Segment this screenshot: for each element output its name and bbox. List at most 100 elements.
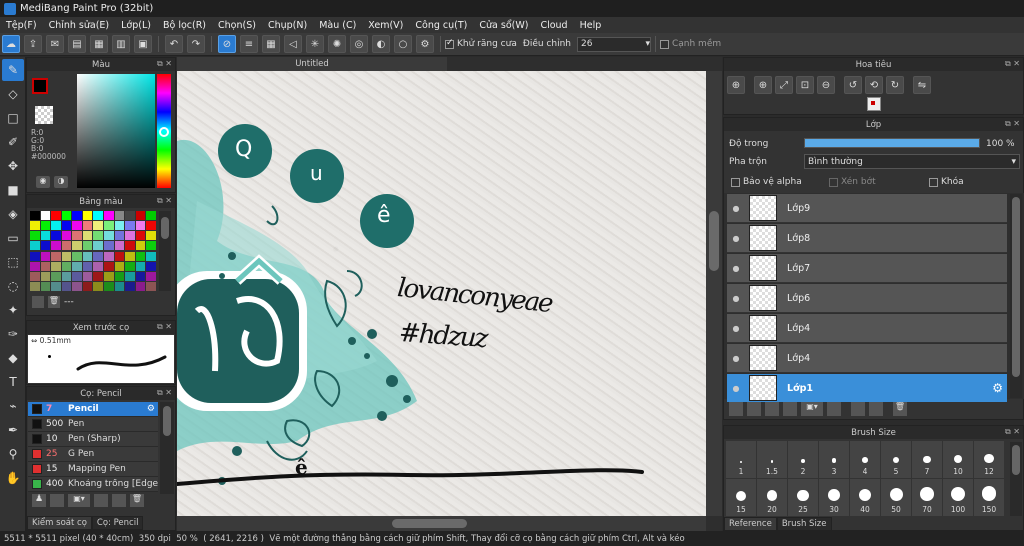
palette-swatch[interactable] — [72, 231, 82, 241]
transparent-swatch[interactable] — [35, 106, 53, 124]
close-icon[interactable]: ⧉ ✕ — [157, 59, 172, 69]
eyedropper-icon[interactable]: ✒ — [2, 419, 24, 441]
palette-swatch[interactable] — [104, 221, 114, 231]
page-icon[interactable]: ▦ — [90, 35, 108, 53]
eye-icon[interactable]: ● — [727, 204, 745, 213]
palette-swatch[interactable] — [114, 231, 125, 241]
palette-swatch[interactable] — [51, 241, 61, 251]
palette-swatch[interactable] — [135, 241, 146, 251]
eraser-tool-icon[interactable]: ◇ — [2, 83, 24, 105]
palette-swatch[interactable] — [30, 261, 40, 271]
palette-swatch[interactable] — [51, 261, 61, 271]
menu-snap[interactable]: Chụp(N) — [262, 20, 313, 31]
close-icon[interactable]: ⧉ ✕ — [1005, 119, 1020, 129]
lock-checkbox[interactable] — [929, 177, 938, 187]
new-1bit-layer-icon[interactable] — [783, 402, 797, 416]
brush-size-cell[interactable]: 1 — [726, 441, 756, 478]
zoom-in-icon[interactable]: ⊕ — [754, 76, 772, 94]
brush-size-cell[interactable]: 40 — [850, 479, 880, 516]
merge-layer-icon[interactable] — [869, 402, 883, 416]
brush-list-scrollbar[interactable] — [160, 402, 174, 494]
palette-swatch[interactable] — [114, 261, 125, 271]
trash-icon[interactable]: 🗑 — [893, 402, 907, 416]
palette-swatch[interactable] — [30, 271, 40, 281]
palette-swatch[interactable] — [72, 251, 82, 261]
trash-icon[interactable]: 🗑 — [130, 494, 144, 507]
layer-item[interactable]: ● Lớp9 — [727, 194, 1007, 223]
palette-swatch[interactable] — [82, 271, 93, 281]
cloud-icon[interactable]: ☁ — [2, 35, 20, 53]
swap-icon[interactable]: ◑ — [54, 176, 68, 188]
gear-icon[interactable]: ⚙ — [147, 404, 155, 414]
gear-icon[interactable]: ⚙ — [992, 381, 1003, 395]
select-eraser-icon[interactable]: ◆ — [2, 347, 24, 369]
brush-size-cell[interactable]: 10 — [943, 441, 973, 478]
new-brush-icon[interactable] — [50, 494, 64, 507]
pages-icon[interactable]: ▥ — [112, 35, 130, 53]
fit-screen-icon[interactable]: ⤢ — [775, 76, 793, 94]
menu-view[interactable]: Xem(V) — [362, 20, 409, 31]
palette-swatch[interactable] — [125, 231, 135, 241]
menu-filter[interactable]: Bộ lọc(R) — [157, 20, 212, 31]
palette-swatch[interactable] — [82, 231, 93, 241]
palette-swatch[interactable] — [104, 251, 114, 261]
saturation-picker[interactable] — [77, 74, 155, 188]
palette-swatch[interactable] — [40, 241, 51, 251]
palette-swatch[interactable] — [30, 211, 40, 220]
snap-parallel-icon[interactable]: ≡ — [240, 35, 258, 53]
palette-swatch[interactable] — [135, 261, 146, 271]
palette-swatch[interactable] — [40, 251, 51, 261]
canvas-horizontal-scrollbar[interactable] — [177, 516, 706, 531]
palette-swatch[interactable] — [30, 231, 40, 241]
palette-swatch[interactable] — [51, 231, 61, 241]
brush-item-pen-sharp[interactable]: 10 Pen (Sharp) — [28, 432, 158, 447]
hue-handle[interactable] — [159, 127, 169, 137]
menu-file[interactable]: Tệp(F) — [0, 20, 43, 31]
move-tool-icon[interactable]: ✥ — [2, 155, 24, 177]
layer-item[interactable]: ● Lớp8 — [727, 224, 1007, 253]
redo-icon[interactable]: ↷ — [187, 35, 205, 53]
palette-swatch[interactable] — [61, 221, 72, 231]
palette-swatch[interactable] — [40, 261, 51, 271]
menu-tools[interactable]: Công cụ(T) — [409, 20, 473, 31]
opacity-slider[interactable] — [804, 138, 980, 148]
brush-size-cell[interactable]: 4 — [850, 441, 880, 478]
rotate-right-icon[interactable]: ↻ — [886, 76, 904, 94]
antialias-checkbox[interactable] — [445, 38, 454, 49]
brush-size-cell[interactable]: 100 — [943, 479, 973, 516]
palette-swatch[interactable] — [61, 241, 72, 251]
palette-swatch[interactable] — [93, 231, 104, 241]
actual-size-icon[interactable]: ⊡ — [796, 76, 814, 94]
palette-swatch[interactable] — [114, 241, 125, 251]
snap-off-icon[interactable]: ⊘ — [218, 35, 236, 53]
palette-swatch[interactable] — [104, 261, 114, 271]
close-icon[interactable]: ⧉ ✕ — [1005, 59, 1020, 69]
brush-size-cell[interactable]: 1.5 — [757, 441, 787, 478]
palette-swatch[interactable] — [125, 271, 135, 281]
blend-select[interactable]: Bình thường ▾ — [804, 154, 1020, 169]
clipping-checkbox[interactable] — [829, 177, 838, 187]
palette-swatch[interactable] — [40, 281, 51, 291]
palette-swatch[interactable] — [40, 211, 51, 220]
brush-item-edge[interactable]: 400 Khoảng trống [Edge — [28, 477, 158, 492]
close-icon[interactable]: ⧉ ✕ — [157, 196, 172, 206]
duplicate-layer-icon[interactable] — [851, 402, 865, 416]
palette-swatch[interactable] — [61, 231, 72, 241]
copy-brush-icon[interactable] — [94, 494, 108, 507]
palette-swatch[interactable] — [40, 271, 51, 281]
brush-size-cell[interactable]: 3 — [819, 441, 849, 478]
palette-swatch[interactable] — [125, 251, 135, 261]
layer-item[interactable]: ● Lớp6 — [727, 284, 1007, 313]
zoom-fit-icon[interactable]: ⊕ — [727, 76, 745, 94]
add-brush-icon[interactable]: ♟ — [32, 494, 46, 507]
brush-size-cell[interactable]: 7 — [912, 441, 942, 478]
palette-swatch[interactable] — [114, 281, 125, 291]
trash-icon[interactable]: 🗑 — [48, 296, 60, 308]
rectangle-tool-icon[interactable]: □ — [2, 107, 24, 129]
palette-swatch[interactable] — [61, 211, 72, 220]
palette-swatch[interactable] — [72, 261, 82, 271]
new-halftone-layer-icon[interactable] — [747, 402, 761, 416]
pen-tool-icon[interactable]: ✎ — [2, 59, 24, 81]
palette-swatch[interactable] — [51, 211, 61, 220]
menu-help[interactable]: Help — [574, 20, 608, 31]
